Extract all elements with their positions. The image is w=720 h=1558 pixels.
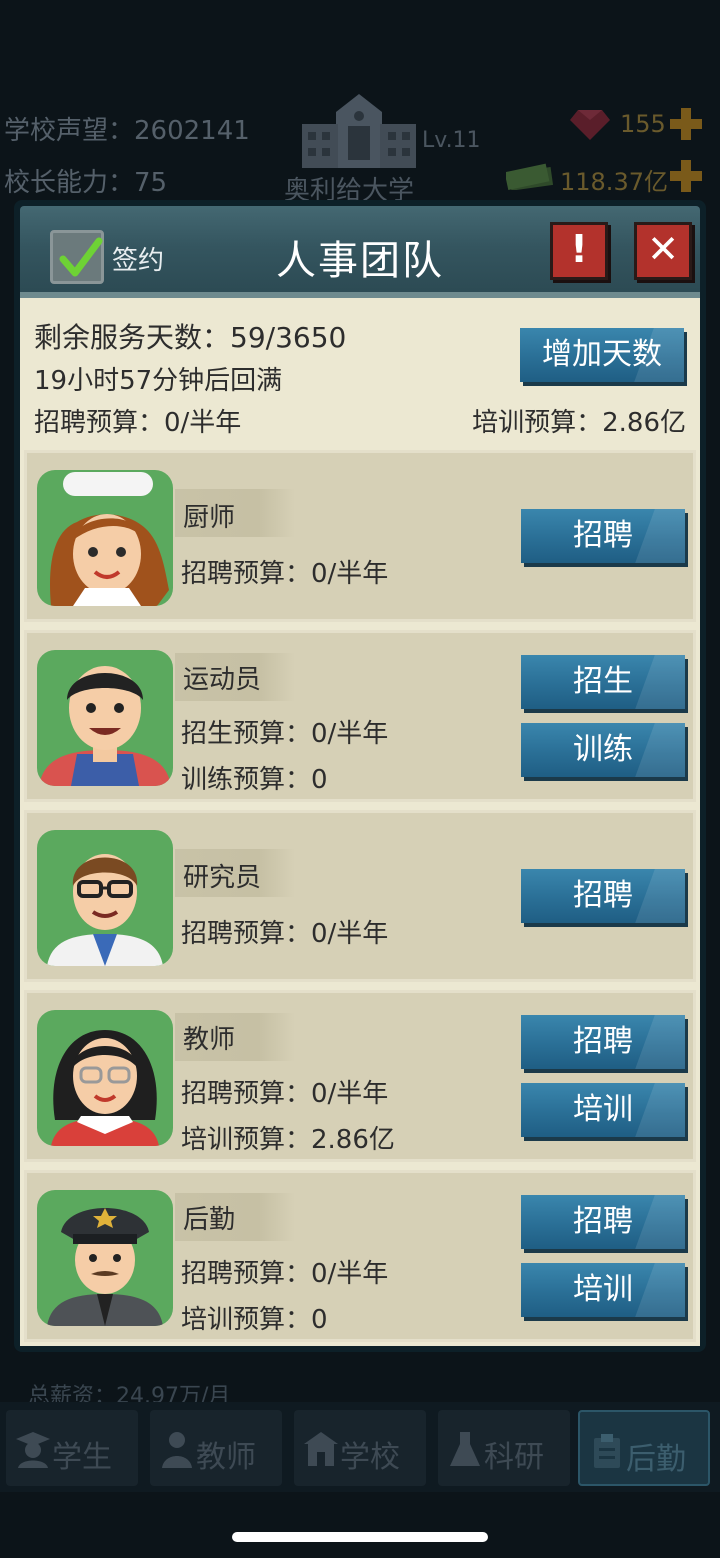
recruit-budget: 招聘预算：0/半年	[181, 1079, 389, 1109]
school-level: Lv.11	[422, 128, 481, 153]
clipboard-icon	[594, 1434, 620, 1468]
student-icon	[16, 1432, 50, 1468]
tab-teachers[interactable]: 教师	[150, 1410, 282, 1486]
tab-school[interactable]: 学校	[294, 1410, 426, 1486]
refill-timer: 19小时57分钟后回满	[34, 366, 283, 396]
role-name: 厨师	[183, 503, 236, 533]
exclamation-icon: !	[570, 227, 588, 271]
school-icon	[304, 1432, 338, 1466]
info-button[interactable]: !	[550, 222, 608, 280]
teacher-icon	[162, 1432, 192, 1468]
role-card-logistics: 后勤 招聘预算：0/半年 培训预算：0 招聘 培训	[24, 1170, 696, 1342]
role-card-athlete: 运动员 招生预算：0/半年 训练预算：0 招生 训练	[24, 630, 696, 802]
tab-research[interactable]: 科研	[438, 1410, 570, 1486]
top-hud: 学校声望：2602141 校长能力：75 Lv.11 奥利给大学 155 118…	[0, 0, 720, 206]
enroll-button[interactable]: 招生	[521, 655, 685, 709]
recruit-budget: 招聘预算：0/半年	[181, 919, 389, 949]
add-gems-button[interactable]	[670, 108, 702, 140]
role-card-researcher: 研究员 招聘预算：0/半年 招聘	[24, 810, 696, 982]
recruit-button[interactable]: 招聘	[521, 509, 685, 563]
total-train-budget: 培训预算：2.86亿	[472, 408, 686, 438]
recruit-button[interactable]: 招聘	[521, 869, 685, 923]
school-reputation: 学校声望：2602141	[4, 116, 250, 146]
training-budget: 训练预算：0	[181, 765, 328, 795]
tab-label: 后勤	[626, 1442, 686, 1477]
enroll-budget: 招生预算：0/半年	[181, 719, 389, 749]
close-icon: ✕	[647, 227, 679, 271]
training-button[interactable]: 训练	[521, 723, 685, 777]
gem-count: 155	[620, 110, 666, 138]
logistics-avatar	[37, 1190, 173, 1326]
teacher-avatar	[37, 1010, 173, 1146]
principal-ability: 校长能力：75	[4, 168, 168, 198]
tab-label: 科研	[484, 1440, 544, 1475]
close-button[interactable]: ✕	[634, 222, 692, 280]
recruit-budget: 招聘预算：0/半年	[181, 1259, 389, 1289]
training-button[interactable]: 培训	[521, 1083, 685, 1137]
bottom-tab-bar: 学生 教师 学校 科研 后勤	[0, 1402, 720, 1492]
cash-icon	[506, 163, 554, 190]
remaining-service-days: 剩余服务天数：59/3650	[34, 321, 347, 354]
tab-students[interactable]: 学生	[6, 1410, 138, 1486]
tab-label: 教师	[196, 1440, 256, 1475]
role-card-chef: 厨师 招聘预算：0/半年 招聘	[24, 450, 696, 622]
add-money-button[interactable]	[670, 160, 702, 192]
screen: 学校声望：2602141 校长能力：75 Lv.11 奥利给大学 155 118…	[0, 0, 720, 1558]
recruit-button[interactable]: 招聘	[521, 1015, 685, 1069]
training-budget: 培训预算：0	[181, 1305, 328, 1335]
gem-icon	[570, 110, 610, 140]
flask-icon	[450, 1432, 480, 1466]
researcher-avatar	[37, 830, 173, 966]
dialog-body: 剩余服务天数：59/3650 19小时57分钟后回满 招聘预算：0/半年 培训预…	[20, 298, 700, 1346]
tab-logistics[interactable]: 后勤	[578, 1410, 710, 1486]
training-button[interactable]: 培训	[521, 1263, 685, 1317]
role-name: 研究员	[183, 863, 262, 893]
recruit-button[interactable]: 招聘	[521, 1195, 685, 1249]
role-name: 后勤	[183, 1205, 236, 1235]
personnel-team-dialog: 签约 人事团队 ! ✕ 剩余服务天数：59/3650 19小时57分钟后回满 招…	[14, 200, 706, 1352]
role-name: 教师	[183, 1025, 236, 1055]
role-card-teacher: 教师 招聘预算：0/半年 培训预算：2.86亿 招聘 培训	[24, 990, 696, 1162]
money-count: 118.37亿	[560, 168, 668, 196]
role-name: 运动员	[183, 665, 262, 695]
dialog-header: 签约 人事团队 ! ✕	[20, 206, 700, 298]
total-recruit-budget: 招聘预算：0/半年	[34, 408, 242, 438]
tab-label: 学生	[52, 1440, 112, 1475]
athlete-avatar	[37, 650, 173, 786]
home-indicator[interactable]	[232, 1532, 488, 1542]
add-days-button[interactable]: 增加天数	[520, 328, 684, 382]
recruit-budget: 招聘预算：0/半年	[181, 559, 389, 589]
chef-avatar	[37, 470, 173, 606]
school-building-icon	[302, 94, 416, 168]
tab-label: 学校	[340, 1440, 400, 1475]
training-budget: 培训预算：2.86亿	[181, 1125, 395, 1155]
